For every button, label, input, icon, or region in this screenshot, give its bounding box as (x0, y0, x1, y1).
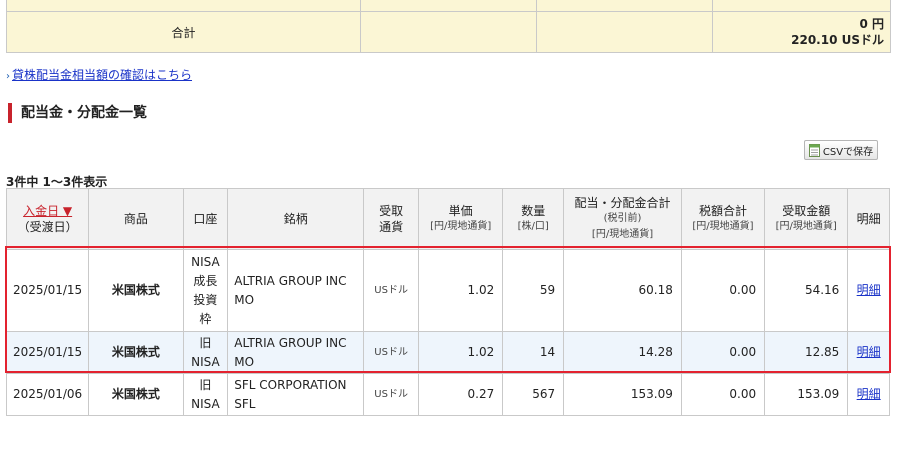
cell-name: SFL CORPORATION SFL (227, 373, 365, 416)
header-date[interactable]: 入金日 ▼ （受渡日） (5, 188, 90, 250)
cell-unit-price: 0.27 (418, 373, 504, 416)
header-date-sub: （受渡日） (17, 220, 78, 234)
cell-account: NISA 成長 投資 枠 (182, 249, 229, 332)
cell-total: 14.28 (563, 331, 682, 374)
table-row: 2025/01/15 米国株式 旧 NISA ALTRIA GROUP INC … (5, 331, 890, 374)
header-tax: 税額合計 [円/現地通貨] (680, 188, 766, 250)
total-usd: 220.10 USドル (791, 33, 884, 47)
cell-tax: 0.00 (680, 331, 766, 374)
header-name: 銘柄 (227, 188, 365, 250)
total-table: 合計 0 円 220.10 USドル (6, 0, 891, 53)
header-product: 商品 (88, 188, 184, 250)
cell-quantity: 59 (502, 249, 565, 332)
header-received: 受取金額 [円/現地通貨] (764, 188, 849, 250)
csv-save-button[interactable]: CSVで保存 (804, 140, 878, 160)
cell-unit-price: 1.02 (418, 331, 504, 374)
detail-link[interactable]: 明細 (857, 387, 881, 401)
cell-name: ALTRIA GROUP INC MO (227, 249, 365, 332)
cell-product: 米国株式 (88, 331, 184, 374)
cell-date: 2025/01/15 (5, 331, 90, 374)
section-title: 配当金・分配金一覧 (8, 103, 147, 123)
csv-save-label: CSVで保存 (822, 146, 874, 158)
total-amounts: 0 円 220.10 USドル (712, 11, 891, 53)
header-total: 配当・分配金合計 (税引前) [円/現地通貨] (563, 188, 682, 250)
cell-tax: 0.00 (680, 249, 766, 332)
cell-detail: 明細 (847, 331, 890, 374)
lending-dividend-link[interactable]: 貸株配当金相当額の確認はこちら (12, 68, 192, 82)
cell-received: 153.09 (764, 373, 849, 416)
cell-date: 2025/01/06 (5, 373, 90, 416)
table-row: 2025/01/15 米国株式 NISA 成長 投資 枠 ALTRIA GROU… (5, 249, 890, 332)
header-unit-price: 単価 [円/現地通貨] (418, 188, 504, 250)
lending-dividend-link-line: › 貸株配当金相当額の確認はこちら (6, 66, 192, 83)
cell-quantity: 14 (502, 331, 565, 374)
total-table-top-row (6, 0, 891, 12)
cell-detail: 明細 (847, 249, 890, 332)
cell-quantity: 567 (502, 373, 565, 416)
header-detail: 明細 (847, 188, 890, 250)
detail-link[interactable]: 明細 (857, 345, 881, 359)
detail-link[interactable]: 明細 (857, 283, 881, 297)
cell-product: 米国株式 (88, 249, 184, 332)
cell-account: 旧 NISA (182, 373, 229, 416)
date-sort-link[interactable]: 入金日 ▼ (8, 203, 87, 219)
total-label: 合計 (6, 11, 361, 53)
header-currency: 受取 通貨 (363, 188, 420, 250)
spreadsheet-icon (808, 143, 820, 157)
cell-currency: USドル (363, 373, 420, 416)
cell-unit-price: 1.02 (418, 249, 504, 332)
cell-tax: 0.00 (680, 373, 766, 416)
cell-detail: 明細 (847, 373, 890, 416)
header-account: 口座 (182, 188, 229, 250)
cell-received: 54.16 (764, 249, 849, 332)
total-jpy: 0 円 (859, 17, 884, 31)
cell-total: 153.09 (563, 373, 682, 416)
cell-currency: USドル (363, 249, 420, 332)
cell-total: 60.18 (563, 249, 682, 332)
total-row: 合計 0 円 220.10 USドル (6, 11, 891, 53)
cell-received: 12.85 (764, 331, 849, 374)
arrow-right-icon: › (6, 71, 10, 82)
cell-product: 米国株式 (88, 373, 184, 416)
dividend-table: 入金日 ▼ （受渡日） 商品 口座 銘柄 受取 通貨 単価 [円/現地通貨] 数… (5, 188, 890, 416)
cell-date: 2025/01/15 (5, 249, 90, 332)
cell-account: 旧 NISA (182, 331, 229, 374)
table-row: 2025/01/06 米国株式 旧 NISA SFL CORPORATION S… (5, 373, 890, 416)
cell-name: ALTRIA GROUP INC MO (227, 331, 365, 374)
header-quantity: 数量 [株/口] (502, 188, 565, 250)
table-header-row: 入金日 ▼ （受渡日） 商品 口座 銘柄 受取 通貨 単価 [円/現地通貨] 数… (5, 188, 890, 250)
cell-currency: USドル (363, 331, 420, 374)
